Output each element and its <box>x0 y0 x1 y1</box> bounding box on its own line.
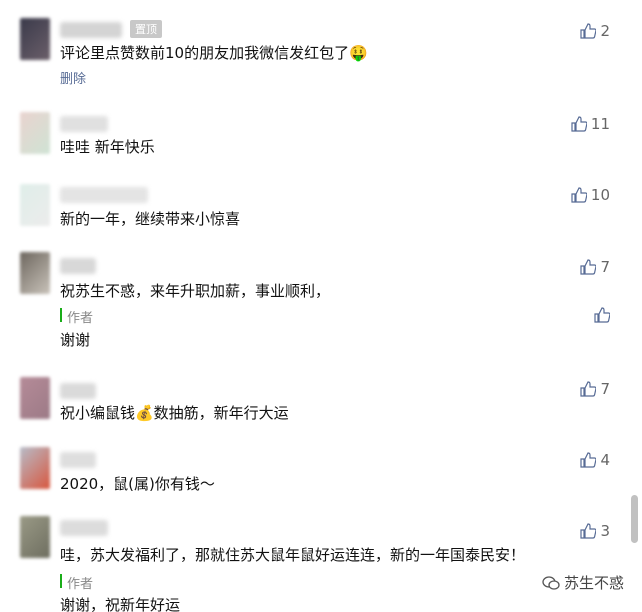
user-name <box>60 258 96 274</box>
thumbs-up-icon <box>580 259 597 275</box>
author-reply-bar <box>60 308 62 322</box>
author-reply-bar <box>60 574 62 588</box>
like-count: 3 <box>600 522 610 540</box>
like-count: 2 <box>600 22 610 40</box>
avatar[interactable] <box>20 516 50 558</box>
reply-like-button[interactable] <box>594 307 610 323</box>
avatar[interactable] <box>20 18 50 60</box>
scrollbar[interactable] <box>631 495 638 543</box>
watermark: 苏生不惑 <box>542 572 624 593</box>
comment-text: 哇哇 新年快乐 <box>60 138 155 156</box>
like-button[interactable]: 4 <box>580 451 610 469</box>
thumbs-up-icon <box>571 187 587 203</box>
reply-author-label: 作者 <box>67 311 94 326</box>
like-button[interactable]: 7 <box>580 258 610 276</box>
avatar[interactable] <box>20 184 50 226</box>
delete-link[interactable]: 删除 <box>60 68 86 87</box>
avatar[interactable] <box>20 447 50 489</box>
like-button[interactable]: 7 <box>580 380 610 398</box>
comment-text: 2020，鼠(属)你有钱～ <box>60 475 215 493</box>
user-name <box>60 116 108 132</box>
like-count: 4 <box>600 451 610 469</box>
like-count: 7 <box>600 380 610 398</box>
comment-text: 祝小编鼠钱💰数抽筋，新年行大运 <box>60 404 289 422</box>
like-count: 7 <box>600 258 610 276</box>
reply-author-label: 作者 <box>67 577 94 592</box>
thumbs-up-icon <box>580 452 597 468</box>
user-name <box>60 452 96 468</box>
like-button[interactable]: 3 <box>580 522 610 540</box>
comment-text: 哇，苏大发福利了，那就住苏大鼠年鼠好运连连，新的一年国泰民安！ <box>60 546 526 564</box>
comment-text: 评论里点赞数前10的朋友加我微信发红包了🤑 <box>60 44 368 62</box>
avatar[interactable] <box>20 252 50 294</box>
thumbs-up-icon <box>580 523 597 539</box>
thumbs-up-icon <box>571 116 587 132</box>
thumbs-up-icon <box>594 307 610 323</box>
user-name <box>60 187 148 203</box>
pinned-badge: 置顶 <box>130 20 162 38</box>
like-button[interactable]: 11 <box>571 115 610 133</box>
like-button[interactable]: 10 <box>571 186 610 204</box>
user-name <box>60 520 108 536</box>
thumbs-up-icon <box>580 23 597 39</box>
comment-text: 祝苏生不惑，来年升职加薪，事业顺利， <box>60 282 331 300</box>
reply-text: 谢谢 <box>60 331 91 349</box>
avatar[interactable] <box>20 377 50 419</box>
reply-text: 谢谢，祝新年好运 <box>60 596 181 612</box>
like-button[interactable]: 2 <box>580 22 610 40</box>
user-name <box>60 383 96 399</box>
wechat-icon <box>542 575 560 590</box>
watermark-text: 苏生不惑 <box>563 574 624 592</box>
thumbs-up-icon <box>580 381 597 397</box>
avatar[interactable] <box>20 112 50 154</box>
like-count: 10 <box>590 186 610 204</box>
comment-text: 新的一年，继续带来小惊喜 <box>60 210 241 228</box>
like-count: 11 <box>590 115 610 133</box>
user-name <box>60 22 122 38</box>
